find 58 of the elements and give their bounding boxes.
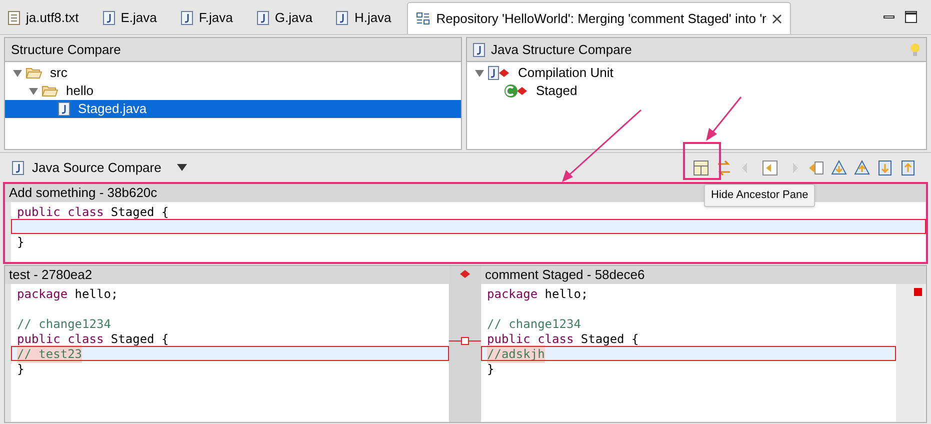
- tooltip: Hide Ancestor Pane: [704, 184, 816, 206]
- expand-triangle-icon[interactable]: [29, 86, 38, 96]
- code-line: public class Staged {: [486, 331, 640, 346]
- tree-item[interactable]: src: [5, 64, 461, 82]
- code-line: // change1234: [16, 316, 112, 331]
- code-line: }: [16, 234, 26, 249]
- pane-title: Add something - 38b620c: [9, 184, 158, 202]
- java-file-icon: [473, 42, 485, 56]
- tree-item[interactable]: Staged.java: [5, 100, 461, 118]
- tree-item[interactable]: Compilation Unit: [467, 64, 926, 82]
- java-file-icon: [12, 160, 24, 174]
- code-line: public class Staged {: [16, 331, 170, 346]
- previous-difference-icon[interactable]: [853, 158, 871, 176]
- tree-item[interactable]: hello: [5, 82, 461, 100]
- code-line: }: [16, 361, 26, 376]
- ancestor-pane-toggle-icon[interactable]: [692, 158, 710, 176]
- highlight-frame: [683, 142, 721, 180]
- code-line: package hello;: [486, 286, 590, 301]
- editor-tab[interactable]: ja.utf8.txt: [0, 2, 87, 34]
- pane-title: comment Staged - 58dece6: [485, 266, 645, 284]
- editor-tab[interactable]: E.java: [94, 2, 165, 34]
- maximize-icon[interactable]: [905, 11, 917, 23]
- code-line: // change1234: [486, 316, 582, 331]
- java-unit-icon: [488, 66, 510, 80]
- code-line: }: [486, 361, 496, 376]
- compare-icon: [416, 12, 430, 26]
- previous-change-icon[interactable]: [899, 158, 917, 176]
- editor-tab[interactable]: G.java: [248, 2, 320, 34]
- text-file-icon: [8, 11, 20, 25]
- editor-tab[interactable]: H.java: [328, 2, 400, 34]
- close-icon[interactable]: [772, 14, 782, 24]
- source-compare-title: Java Source Compare: [32, 158, 162, 177]
- dropdown-caret-icon[interactable]: [177, 164, 188, 171]
- next-difference-icon[interactable]: [830, 158, 848, 176]
- swap-icon[interactable]: [715, 158, 733, 176]
- pane-title: test - 2780ea2: [9, 266, 92, 284]
- java-file-icon: [58, 102, 70, 116]
- folder-icon: [42, 85, 58, 97]
- folder-icon: [26, 67, 42, 79]
- java-file-icon: [336, 11, 348, 25]
- java-file-icon: [256, 11, 269, 25]
- next-change-icon[interactable]: [876, 158, 894, 176]
- conflict-marker-icon: [460, 270, 470, 278]
- code-line: public class Staged {: [16, 204, 170, 219]
- editor-tab[interactable]: Repository 'HelloWorld': Merging 'comment Staged' into 'r: [407, 2, 792, 34]
- class-icon: [504, 84, 528, 98]
- panel-title: Structure Compare: [11, 40, 121, 59]
- java-file-icon: [180, 11, 193, 25]
- tree-item[interactable]: Staged: [467, 82, 926, 100]
- change-marker-icon: [914, 288, 922, 296]
- java-file-icon: [102, 11, 115, 25]
- editor-tab[interactable]: F.java: [172, 2, 241, 34]
- expand-triangle-icon[interactable]: [13, 68, 22, 78]
- copy-current-left-icon[interactable]: [807, 158, 825, 176]
- copy-all-left-icon[interactable]: [761, 158, 779, 176]
- expand-triangle-icon[interactable]: [475, 68, 484, 78]
- panel-title: Java Structure Compare: [491, 40, 632, 59]
- code-line: package hello;: [16, 286, 120, 301]
